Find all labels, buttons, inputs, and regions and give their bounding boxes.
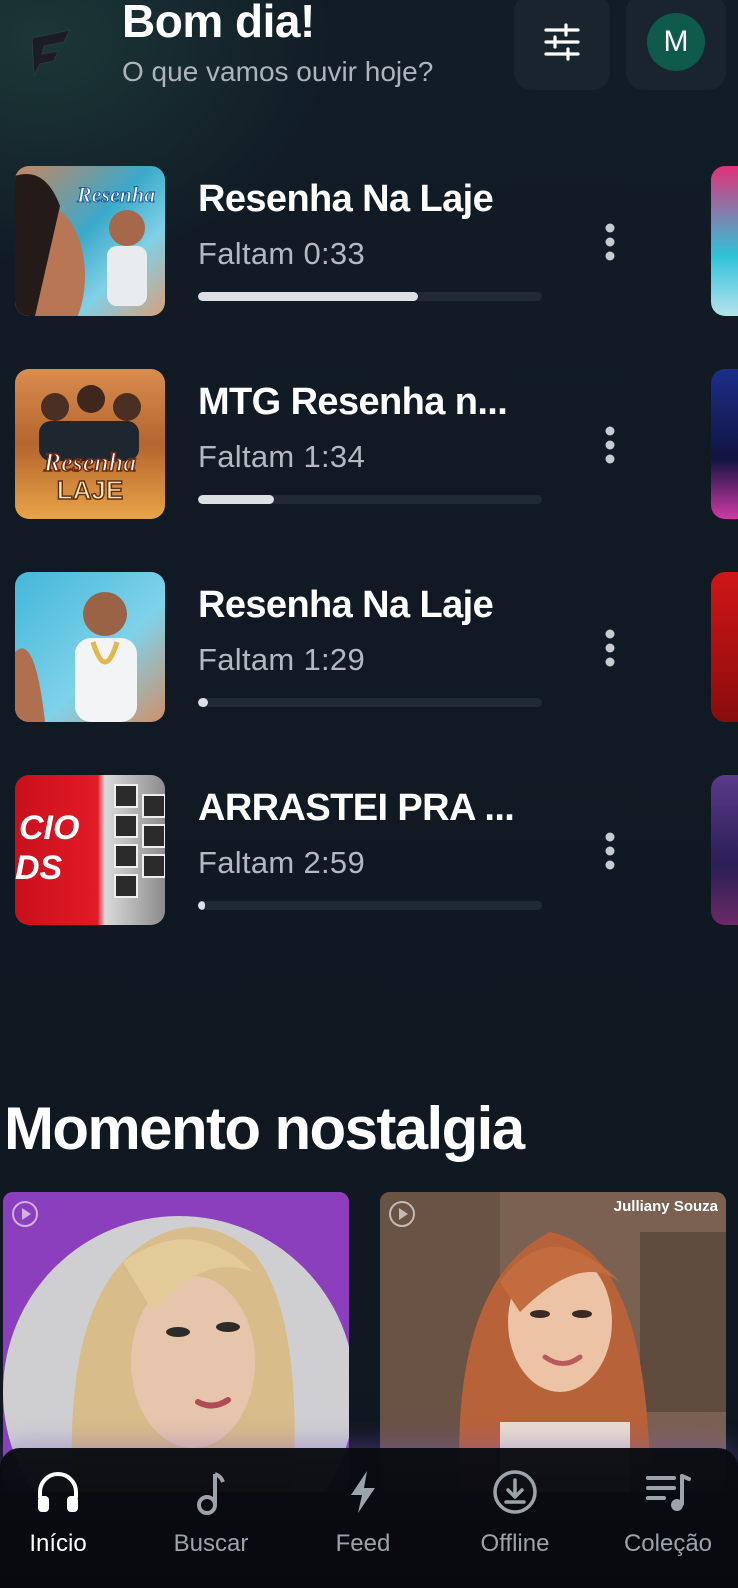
svg-text:Resenha: Resenha (43, 448, 136, 477)
playlist-card[interactable] (3, 1192, 349, 1492)
more-options-button[interactable] (594, 624, 626, 672)
album-cover[interactable]: Resenha LAJE (15, 369, 165, 519)
progress-bar (198, 698, 542, 707)
music-note-icon (197, 1472, 225, 1515)
nav-item-offline[interactable]: Offline (450, 1468, 580, 1578)
card-artwork (3, 1192, 349, 1492)
more-vertical-icon (605, 629, 615, 667)
time-remaining: Faltam 1:34 (198, 439, 365, 474)
play-circle-icon (12, 1201, 38, 1227)
next-card-peek[interactable] (711, 572, 738, 722)
card-artwork (380, 1192, 726, 1492)
nav-label: Buscar (173, 1530, 249, 1557)
svg-text:Resenha: Resenha (76, 182, 155, 207)
svg-text:LAJE: LAJE (57, 475, 123, 505)
nav-label: Coleção (623, 1530, 713, 1557)
time-remaining: Faltam 2:59 (198, 845, 365, 880)
nav-label: Início (29, 1530, 87, 1557)
settings-button[interactable] (514, 0, 610, 90)
progress-fill (198, 698, 209, 707)
next-card-peek[interactable] (711, 775, 738, 925)
progress-bar (198, 495, 542, 504)
more-options-button[interactable] (594, 421, 626, 469)
progress-fill (198, 292, 419, 301)
list-item[interactable]: Resenha Resenha Na Laje Faltam 0:33 (0, 166, 738, 318)
playlist-card[interactable]: Julliany Souza (380, 1192, 726, 1492)
album-cover[interactable]: Resenha (15, 166, 165, 316)
more-vertical-icon (605, 223, 615, 261)
cover-art: CIO DS (15, 784, 165, 898)
greeting-title: Bom dia! (122, 0, 315, 47)
list-item[interactable]: CIO DS ARRASTEI PRA ... Faltam 2:59 (0, 775, 738, 927)
nav-item-colecao[interactable]: Coleção (603, 1468, 733, 1578)
svg-text:CIO: CIO (19, 809, 79, 847)
cover-art: Resenha (15, 174, 156, 316)
section-title: Momento nostalgia (4, 1095, 525, 1162)
progress-fill (198, 495, 274, 504)
avatar: M (647, 13, 705, 71)
nav-label: Offline (480, 1530, 550, 1557)
nav-item-inicio[interactable]: Início (0, 1468, 123, 1578)
more-vertical-icon (605, 426, 615, 464)
bottom-navigation: Início Buscar Feed Offline Coleção (0, 1448, 738, 1588)
headphones-icon (38, 1472, 78, 1512)
track-title: ARRASTEI PRA ... (198, 787, 515, 829)
nav-label: Feed (335, 1530, 391, 1557)
list-item[interactable]: Resenha LAJE MTG Resenha n... Faltam 1:3… (0, 369, 738, 521)
download-icon (493, 1470, 537, 1514)
app-screen: Bom dia! O que vamos ouvir hoje? M Resen… (0, 0, 738, 1588)
svg-text:DS: DS (15, 849, 63, 887)
track-title: Resenha Na Laje (198, 178, 494, 220)
more-options-button[interactable] (594, 827, 626, 875)
next-card-peek[interactable] (711, 369, 738, 519)
greeting-subtitle: O que vamos ouvir hoje? (122, 56, 434, 87)
track-title: Resenha Na Laje (198, 584, 494, 626)
album-cover[interactable]: CIO DS (15, 775, 165, 925)
time-remaining: Faltam 0:33 (198, 236, 365, 271)
progress-fill (198, 901, 205, 910)
time-remaining: Faltam 1:29 (198, 642, 365, 677)
app-logo-icon (31, 29, 71, 78)
playlist-icon (646, 1474, 691, 1511)
nav-item-feed[interactable]: Feed (298, 1468, 428, 1578)
list-item[interactable]: Resenha Na Laje Faltam 1:29 (0, 572, 738, 724)
more-vertical-icon (605, 832, 615, 870)
cover-art: Resenha LAJE (39, 385, 141, 506)
lightning-icon (351, 1471, 375, 1513)
cover-art (15, 592, 137, 722)
app-logo (0, 0, 104, 104)
card-caption: Julliany Souza (613, 1198, 718, 1215)
next-card-peek[interactable] (711, 166, 738, 316)
profile-button[interactable]: M (626, 0, 726, 90)
progress-bar (198, 292, 542, 301)
album-cover[interactable] (15, 572, 165, 722)
track-title: MTG Resenha n... (198, 381, 508, 423)
more-options-button[interactable] (594, 218, 626, 266)
nav-item-buscar[interactable]: Buscar (146, 1468, 276, 1578)
play-circle-icon (389, 1201, 415, 1227)
sliders-icon (544, 23, 580, 61)
progress-bar (198, 901, 542, 910)
